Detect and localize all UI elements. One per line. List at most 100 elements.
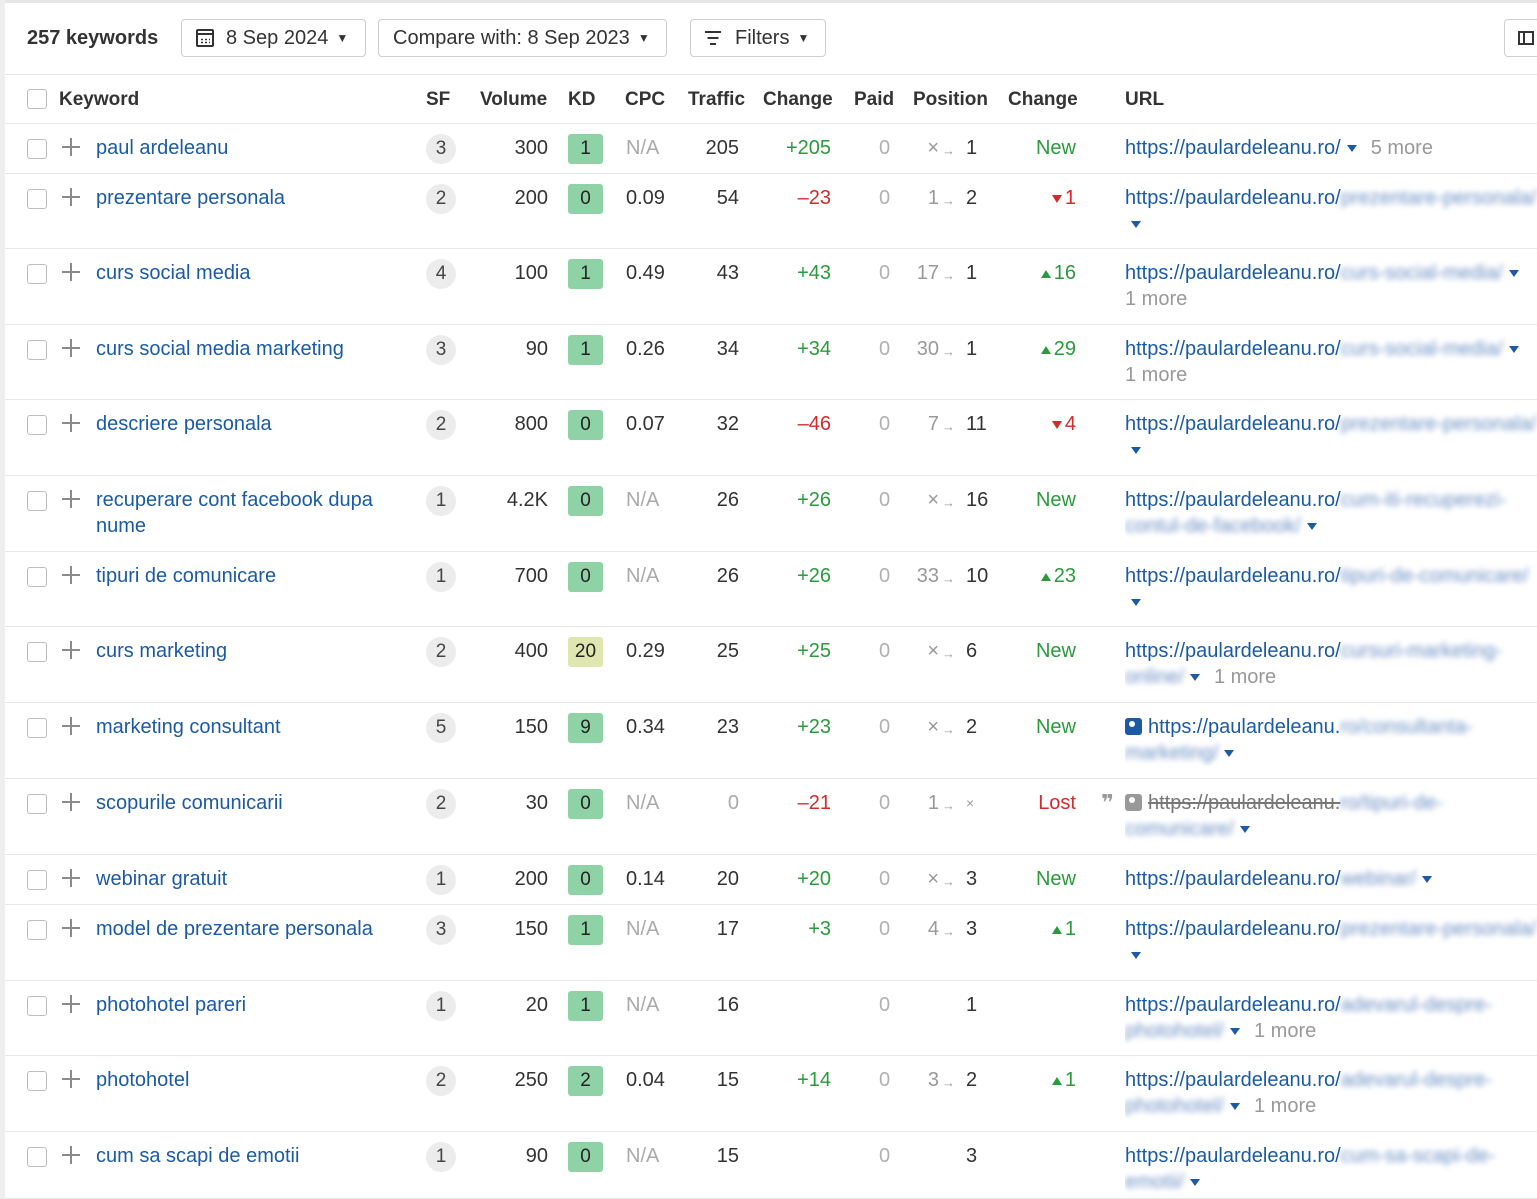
row-checkbox[interactable] xyxy=(27,1147,47,1167)
url-visible-part[interactable]: https://paulardeleanu.ro/ xyxy=(1125,137,1341,159)
keyword-link[interactable]: prezentare personala xyxy=(96,185,396,211)
url-visible-part[interactable]: https://paulardeleanu.ro/ xyxy=(1125,489,1341,511)
url-path-blurred[interactable]: prezentare-personala/ xyxy=(1341,187,1537,209)
col-volume[interactable]: Volume xyxy=(480,89,547,111)
add-keyword-icon[interactable] xyxy=(62,793,80,811)
serp-features-badge[interactable]: 2 xyxy=(426,184,456,214)
ranking-url[interactable]: https://paulardeleanu.ro/prezentare-pers… xyxy=(1125,185,1537,237)
add-keyword-icon[interactable] xyxy=(62,1146,80,1164)
row-checkbox[interactable] xyxy=(27,718,47,738)
chevron-down-icon[interactable] xyxy=(1229,1103,1240,1111)
chevron-down-icon[interactable] xyxy=(1189,674,1200,682)
url-visible-part[interactable]: https://paulardeleanu.ro/ xyxy=(1125,868,1341,890)
row-checkbox[interactable] xyxy=(27,139,47,159)
ranking-url[interactable]: https://paulardeleanu.ro/5 more xyxy=(1125,135,1537,161)
serp-features-badge[interactable]: 3 xyxy=(426,335,456,365)
row-checkbox[interactable] xyxy=(27,340,47,360)
keyword-link[interactable]: paul ardeleanu xyxy=(96,135,396,161)
row-checkbox[interactable] xyxy=(27,189,47,209)
ranking-url[interactable]: https://paulardeleanu.ro/adevarul-despre… xyxy=(1125,992,1537,1044)
row-checkbox[interactable] xyxy=(27,567,47,587)
serp-features-badge[interactable]: 1 xyxy=(426,865,456,895)
col-position[interactable]: Position xyxy=(913,89,988,111)
select-all-checkbox[interactable] xyxy=(27,89,47,109)
row-checkbox[interactable] xyxy=(27,996,47,1016)
url-path-blurred[interactable]: tipuri-de-comunicare/ xyxy=(1341,565,1529,587)
more-urls-link[interactable]: 5 more xyxy=(1371,137,1433,159)
keyword-link[interactable]: marketing consultant xyxy=(96,714,396,740)
more-urls-link[interactable]: 1 more xyxy=(1254,1020,1316,1042)
row-checkbox[interactable] xyxy=(27,491,47,511)
keyword-link[interactable]: tipuri de comunicare xyxy=(96,563,396,589)
add-keyword-icon[interactable] xyxy=(62,717,80,735)
url-visible-part[interactable]: https://paulardeleanu. xyxy=(1148,792,1340,814)
chevron-down-icon[interactable] xyxy=(1422,876,1433,884)
more-urls-link[interactable]: 1 more xyxy=(1125,288,1187,310)
chevron-down-icon[interactable] xyxy=(1224,750,1235,758)
url-path-blurred[interactable]: curs-social-media/ xyxy=(1341,338,1503,360)
chevron-down-icon[interactable] xyxy=(1131,447,1141,455)
url-visible-part[interactable]: https://paulardeleanu. xyxy=(1148,716,1340,738)
col-change[interactable]: Change xyxy=(763,89,833,111)
serp-features-badge[interactable]: 1 xyxy=(426,991,456,1021)
url-path-blurred[interactable]: webinar/ xyxy=(1341,868,1417,890)
serp-features-badge[interactable]: 1 xyxy=(426,486,456,516)
add-keyword-icon[interactable] xyxy=(62,490,80,508)
keyword-link[interactable]: photohotel pareri xyxy=(96,992,396,1018)
add-keyword-icon[interactable] xyxy=(62,869,80,887)
add-keyword-icon[interactable] xyxy=(62,566,80,584)
col-kd[interactable]: KD xyxy=(568,89,595,111)
serp-features-badge[interactable]: 3 xyxy=(426,134,456,164)
chevron-down-icon[interactable] xyxy=(1131,221,1141,229)
chevron-down-icon[interactable] xyxy=(1131,952,1141,960)
serp-features-badge[interactable]: 5 xyxy=(426,713,456,743)
add-keyword-icon[interactable] xyxy=(62,995,80,1013)
ranking-url[interactable]: https://paulardeleanu.ro/tipuri-de-comun… xyxy=(1125,790,1537,842)
col-traffic[interactable]: Traffic xyxy=(688,89,745,111)
serp-features-badge[interactable]: 2 xyxy=(426,1066,456,1096)
ranking-url[interactable]: https://paulardeleanu.ro/consultanta-mar… xyxy=(1125,714,1537,766)
date-picker-button[interactable]: 8 Sep 2024 ▼ xyxy=(181,19,366,57)
url-path-blurred[interactable]: prezentare-personala/ xyxy=(1341,918,1537,940)
keyword-link[interactable]: model de prezentare personala xyxy=(96,916,396,942)
row-checkbox[interactable] xyxy=(27,870,47,890)
serp-features-badge[interactable]: 2 xyxy=(426,410,456,440)
url-visible-part[interactable]: https://paulardeleanu.ro/ xyxy=(1125,338,1341,360)
keyword-link[interactable]: recuperare cont facebook dupa nume xyxy=(96,487,396,539)
chevron-down-icon[interactable] xyxy=(1508,270,1519,278)
url-visible-part[interactable]: https://paulardeleanu.ro/ xyxy=(1125,1069,1341,1091)
chevron-down-icon[interactable] xyxy=(1508,346,1519,354)
add-keyword-icon[interactable] xyxy=(62,414,80,432)
keyword-link[interactable]: descriere personala xyxy=(96,411,396,437)
ranking-url[interactable]: https://paulardeleanu.ro/cum-iti-recuper… xyxy=(1125,487,1537,539)
ranking-url[interactable]: https://paulardeleanu.ro/adevarul-despre… xyxy=(1125,1067,1537,1119)
col-paid[interactable]: Paid xyxy=(854,89,894,111)
columns-button[interactable] xyxy=(1504,19,1537,57)
serp-features-badge[interactable]: 2 xyxy=(426,637,456,667)
add-keyword-icon[interactable] xyxy=(62,641,80,659)
url-visible-part[interactable]: https://paulardeleanu.ro/ xyxy=(1125,565,1341,587)
compare-button[interactable]: Compare with: 8 Sep 2023 ▼ xyxy=(378,19,667,57)
row-checkbox[interactable] xyxy=(27,642,47,662)
url-visible-part[interactable]: https://paulardeleanu.ro/ xyxy=(1125,994,1341,1016)
more-urls-link[interactable]: 1 more xyxy=(1254,1095,1316,1117)
row-checkbox[interactable] xyxy=(27,794,47,814)
col-position-change[interactable]: Change xyxy=(1008,89,1078,111)
col-url[interactable]: URL xyxy=(1125,89,1164,111)
url-visible-part[interactable]: https://paulardeleanu.ro/ xyxy=(1125,413,1341,435)
chevron-down-icon[interactable] xyxy=(1346,145,1357,153)
ranking-url[interactable]: https://paulardeleanu.ro/prezentare-pers… xyxy=(1125,411,1537,463)
ranking-url[interactable]: https://paulardeleanu.ro/cum-sa-scapi-de… xyxy=(1125,1143,1537,1195)
col-keyword[interactable]: Keyword xyxy=(59,89,139,111)
ranking-url[interactable]: https://paulardeleanu.ro/curs-social-med… xyxy=(1125,260,1537,312)
add-keyword-icon[interactable] xyxy=(62,919,80,937)
chevron-down-icon[interactable] xyxy=(1239,826,1250,834)
serp-features-badge[interactable]: 2 xyxy=(426,789,456,819)
more-urls-link[interactable]: 1 more xyxy=(1214,666,1276,688)
row-checkbox[interactable] xyxy=(27,920,47,940)
ranking-url[interactable]: https://paulardeleanu.ro/prezentare-pers… xyxy=(1125,916,1537,968)
url-visible-part[interactable]: https://paulardeleanu.ro/ xyxy=(1125,262,1341,284)
add-keyword-icon[interactable] xyxy=(62,188,80,206)
chevron-down-icon[interactable] xyxy=(1131,599,1141,607)
filters-button[interactable]: Filters ▼ xyxy=(690,19,826,57)
